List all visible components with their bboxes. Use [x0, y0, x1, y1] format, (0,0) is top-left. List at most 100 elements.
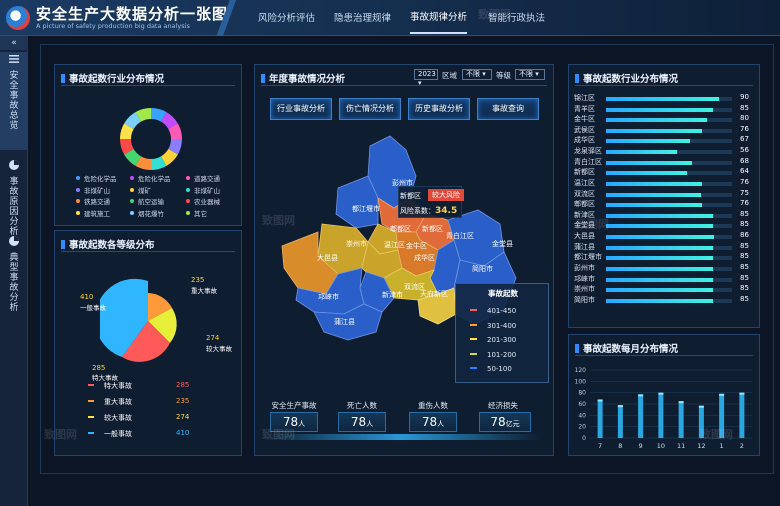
district-name: 青羊区	[574, 104, 595, 113]
stat-value: 78	[490, 415, 506, 429]
district-value: 85	[740, 284, 749, 293]
industry-legend-item: 建筑施工	[76, 208, 110, 218]
sidebar-item-typical[interactable]: 典型事故分析	[0, 234, 28, 313]
map-label: 郫都区	[390, 225, 411, 233]
district-value: 85	[740, 294, 749, 303]
month-bar	[678, 401, 684, 438]
industry-legend-item: 危险化学品	[130, 173, 171, 183]
month-bar	[638, 394, 644, 438]
panel-divider	[261, 85, 547, 86]
x-tick-label: 8	[618, 442, 622, 450]
collapse-button[interactable]: «	[0, 36, 28, 50]
month-bar-cap	[617, 405, 623, 408]
tab-industry-accident[interactable]: 行业事故分析	[270, 98, 332, 120]
level-value: 不限	[519, 70, 533, 78]
logo-icon	[6, 6, 30, 30]
panel-title: 事故起数每月分布情况	[575, 341, 678, 355]
title-decoration	[210, 0, 240, 36]
district-value: 不限	[466, 70, 480, 78]
grade-legend-row: 较大事故 274	[88, 413, 196, 423]
month-bar-cap	[739, 392, 745, 395]
menu-icon	[9, 55, 19, 63]
level-select[interactable]: 不限 ▾	[515, 69, 545, 80]
stat-unit: 亿元	[505, 420, 520, 428]
y-tick-label: 100	[575, 378, 587, 385]
map-label: 天府新区	[420, 290, 448, 298]
y-tick-label: 120	[575, 367, 587, 374]
map-label: 大邑县	[317, 254, 338, 262]
month-bar-cap	[719, 393, 725, 396]
month-bar-cap	[698, 405, 704, 408]
district-name: 武侯区	[574, 125, 595, 134]
district-value: 85	[740, 273, 749, 282]
industry-legend-item: 航空运输	[130, 196, 164, 206]
district-bar-fill	[606, 235, 715, 240]
legend-dot-icon	[186, 187, 190, 192]
pie-icon	[9, 236, 19, 246]
tab-query[interactable]: 事故查询	[477, 98, 539, 120]
watermark: 致图网	[262, 428, 295, 441]
map-legend-title: 事故起数	[488, 289, 518, 298]
map-label: 成华区	[414, 254, 435, 262]
map-label: 新津市	[382, 291, 403, 299]
month-bar	[597, 399, 603, 438]
district-value: 85	[740, 241, 749, 250]
sidebar-item-overview[interactable]: 安全事故总览	[0, 52, 28, 150]
legend-label: 煤矿	[138, 186, 151, 195]
nav-hazard-governance[interactable]: 隐患治理规律	[334, 0, 391, 34]
district-value: 75	[740, 188, 749, 197]
grade-legend-row: 重大事故 235	[88, 397, 196, 407]
district-select[interactable]: 不限 ▾	[462, 69, 492, 80]
district-bar-fill	[606, 139, 691, 144]
pie-icon	[9, 160, 19, 170]
legend-line-icon	[470, 367, 477, 369]
grade-value: 235	[176, 397, 190, 405]
stat-unit: 人	[366, 420, 374, 428]
legend-label: 非煤矿山	[194, 186, 220, 195]
district-bar-fill	[606, 288, 714, 293]
district-bar-fill	[606, 107, 714, 112]
district-value: 64	[740, 167, 749, 176]
page-subtitle: A picture of safety production big data …	[36, 22, 190, 30]
legend-label: 建筑施工	[84, 209, 110, 218]
district-bar-fill	[606, 118, 707, 123]
district-name: 温江区	[574, 178, 595, 187]
legend-label: 危险化学品	[84, 175, 117, 183]
legend-label: 其它	[194, 209, 207, 218]
tooltip-city: 新都区	[400, 192, 421, 200]
industry-legend-item: 其它	[186, 208, 207, 218]
year-select[interactable]: 2023 ▾	[414, 69, 438, 87]
map-label: 邛崃市	[318, 293, 339, 301]
x-tick-label: 11	[677, 442, 685, 450]
map-region-dujiangyan[interactable]	[335, 175, 379, 229]
legend-label: 农业器械	[194, 198, 220, 206]
grade-name: 一般事故	[104, 430, 132, 438]
stat-injuries: 78人	[409, 412, 457, 432]
grade-name: 特大事故	[104, 382, 132, 390]
nav-risk-analysis[interactable]: 风险分析评估	[258, 0, 315, 34]
district-value: 67	[740, 135, 749, 144]
district-value: 85	[740, 262, 749, 271]
legend-label: 非煤矿山	[84, 186, 110, 195]
sidebar-item-label: 安全事故总览	[9, 71, 19, 131]
tab-casualty[interactable]: 伤亡情况分析	[339, 98, 401, 120]
watermark: 致图网	[700, 428, 733, 441]
sidebar-item-cause[interactable]: 事故原因分析	[0, 158, 28, 237]
map-label: 崇州市	[346, 240, 367, 248]
map-label: 金牛区	[406, 242, 427, 250]
district-bar-fill	[606, 277, 714, 282]
sidebar: « 安全事故总览 事故原因分析 典型事故分析	[0, 36, 28, 506]
legend-line-icon	[470, 352, 477, 355]
district-bar-fill	[606, 298, 714, 303]
grade-value: 285	[176, 381, 190, 389]
grade-label-name: 一般事故	[80, 304, 106, 312]
grade-name: 重大事故	[104, 398, 132, 406]
district-bar-track	[606, 288, 732, 293]
tab-history[interactable]: 历史事故分析	[408, 98, 470, 120]
district-value: 86	[740, 231, 749, 240]
grade-label-value: 410	[80, 293, 94, 301]
district-bar-track	[606, 107, 732, 112]
nav-accident-analysis[interactable]: 事故规律分析	[410, 0, 468, 34]
level-label: 等级	[496, 71, 511, 80]
y-tick-label: 80	[578, 390, 586, 397]
